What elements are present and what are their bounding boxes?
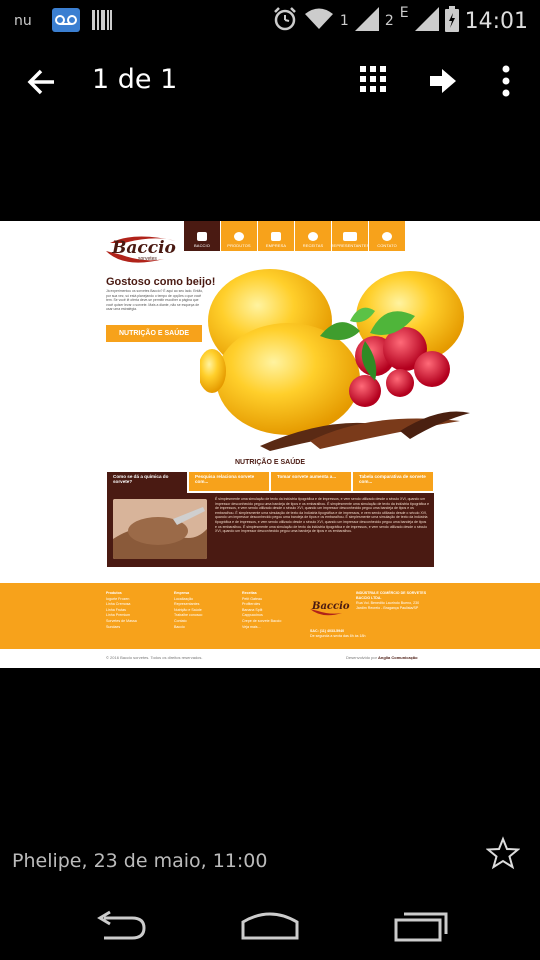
footer-phone: SAC: (11) 4033-5940 De segunda a sexta d… xyxy=(310,629,366,639)
credit-prefix: Desenvolvido por xyxy=(346,655,377,660)
logo-text: Baccio xyxy=(111,238,176,258)
people-icon xyxy=(343,232,357,241)
page-title: 1 de 1 xyxy=(92,64,178,95)
footer-link[interactable]: Baccio xyxy=(174,625,202,631)
business-hours: De segunda a sexta das 8h às 18h xyxy=(310,634,366,638)
svg-text:Baccio: Baccio xyxy=(311,601,350,612)
copyright-bar: © 2016 Baccio sorvetes. Todos os direito… xyxy=(0,649,540,668)
tab-comparison[interactable]: Tabela comparativa de sorvete com... xyxy=(353,472,433,491)
system-nav-bar xyxy=(0,890,540,960)
nav-back-button[interactable] xyxy=(92,910,148,940)
star-button[interactable] xyxy=(485,836,521,870)
image-viewer[interactable]: Baccio sorvetes BACCIO PRODUTOS EMPRESA … xyxy=(0,221,540,668)
copyright-text: © 2016 Baccio sorvetes. Todos os direito… xyxy=(106,655,203,660)
nav-representantes[interactable]: REPRESENTANTES xyxy=(331,221,369,251)
more-options-button[interactable] xyxy=(496,64,516,98)
barcode-icon xyxy=(92,8,112,36)
footer-link[interactable]: Sundaes xyxy=(106,625,137,631)
tab-research[interactable]: Pesquisa relaciona sorvete com... xyxy=(189,472,269,491)
grid-icon xyxy=(360,66,386,92)
tab-increase[interactable]: Tomar sorvete aumenta a... xyxy=(271,472,351,491)
nav-home-button[interactable] xyxy=(240,908,300,940)
nav-empresa[interactable]: EMPRESA xyxy=(258,221,294,251)
footer-link[interactable]: Sorvetes de Massa xyxy=(106,619,137,625)
share-button[interactable] xyxy=(428,66,458,96)
ice-cream-scoop-image xyxy=(113,499,207,559)
company-name: INDÚSTRIA E COMÉRCIO DE SORVETES BACCIO … xyxy=(356,591,427,600)
signal-icon xyxy=(354,7,379,35)
image-caption: Phelipe, 23 de maio, 11:00 xyxy=(12,850,268,872)
clock: 14:01 xyxy=(464,8,528,34)
credit-text: Desenvolvido por Anglia Comunicação xyxy=(346,655,418,660)
nav-contato[interactable]: CONTATO xyxy=(369,221,405,251)
ice-cream-image xyxy=(198,261,500,451)
footer-logo: Baccio xyxy=(310,595,350,617)
hero-title: Gostoso como beijo! xyxy=(106,276,216,288)
nav-home-icon xyxy=(241,912,299,940)
contact-icon xyxy=(382,232,392,241)
article-box: É simplesmente uma simulação de texto da… xyxy=(107,493,434,567)
nav-receitas[interactable]: RECEITAS xyxy=(295,221,331,251)
hero-text: Já experimentou os sorvetes Baccio? É aq… xyxy=(106,289,204,312)
alarm-icon xyxy=(272,6,298,36)
status-bar: nu 1 2 E 14:01 xyxy=(0,0,540,40)
battery-icon xyxy=(444,6,459,36)
credit-link[interactable]: Anglia Comunicação xyxy=(378,655,418,660)
article-tabs: Como se dá a química do sorvete? Pesquis… xyxy=(107,472,435,494)
footer-address: INDÚSTRIA E COMÉRCIO DE SORVETES BACCIO … xyxy=(356,591,436,611)
svg-text:nu: nu xyxy=(14,13,32,29)
sim1-label: 1 xyxy=(339,13,349,29)
grid-button[interactable] xyxy=(360,66,386,92)
star-outline-icon xyxy=(485,836,521,870)
footer-link[interactable]: Representantes xyxy=(174,602,202,608)
company-address: Rua Vol. Benedito Laurindo Bueno, 230 Ja… xyxy=(356,601,420,610)
share-arrow-icon xyxy=(430,69,456,93)
nav-back-icon xyxy=(97,910,146,940)
footer-col-receitas: Receitas Petit Gateau Profiteroles Banan… xyxy=(242,591,281,630)
nav-baccio[interactable]: BACCIO xyxy=(184,221,220,251)
signal-icon xyxy=(414,7,439,35)
wifi-icon xyxy=(304,7,334,35)
building-icon xyxy=(271,232,281,241)
website-screenshot: Baccio sorvetes BACCIO PRODUTOS EMPRESA … xyxy=(0,221,540,668)
home-icon xyxy=(197,232,207,241)
nutrition-button[interactable]: NUTRIÇÃO E SAÚDE xyxy=(106,325,202,342)
nu-icon: nu xyxy=(14,10,40,34)
site-footer: Produtos Iogurte Frozen Linha Cremosa Li… xyxy=(0,583,540,649)
nav-produtos[interactable]: PRODUTOS xyxy=(221,221,257,251)
more-vert-icon xyxy=(502,65,510,97)
logo-subtext: sorvetes xyxy=(138,256,157,262)
cone-icon xyxy=(234,232,244,241)
footer-col-produtos: Produtos Iogurte Frozen Linha Cremosa Li… xyxy=(106,591,137,630)
footer-link[interactable]: Crepe de sorvete Baccio xyxy=(242,619,281,625)
site-nav: BACCIO PRODUTOS EMPRESA RECEITAS REPRESE… xyxy=(184,221,406,251)
voicemail-icon xyxy=(52,8,80,36)
nav-recent-button[interactable] xyxy=(394,908,448,942)
section-title: NUTRIÇÃO E SAÚDE xyxy=(234,459,305,466)
footer-link[interactable]: Veja mais... xyxy=(242,625,281,631)
chef-hat-icon xyxy=(308,232,318,241)
sim2-label: 2 xyxy=(384,13,394,29)
net-type-label: E xyxy=(399,5,409,21)
nav-recent-icon xyxy=(394,912,448,942)
back-arrow-icon xyxy=(27,69,54,95)
tab-chemistry[interactable]: Como se dá a química do sorvete? xyxy=(107,472,187,494)
baccio-logo: Baccio sorvetes xyxy=(104,229,184,267)
article-text: É simplesmente uma simulação de texto da… xyxy=(215,497,430,534)
back-button[interactable] xyxy=(22,62,62,102)
app-bar: 1 de 1 xyxy=(0,40,540,124)
footer-col-empresa: Empresa Localização Representantes Nutri… xyxy=(174,591,202,630)
